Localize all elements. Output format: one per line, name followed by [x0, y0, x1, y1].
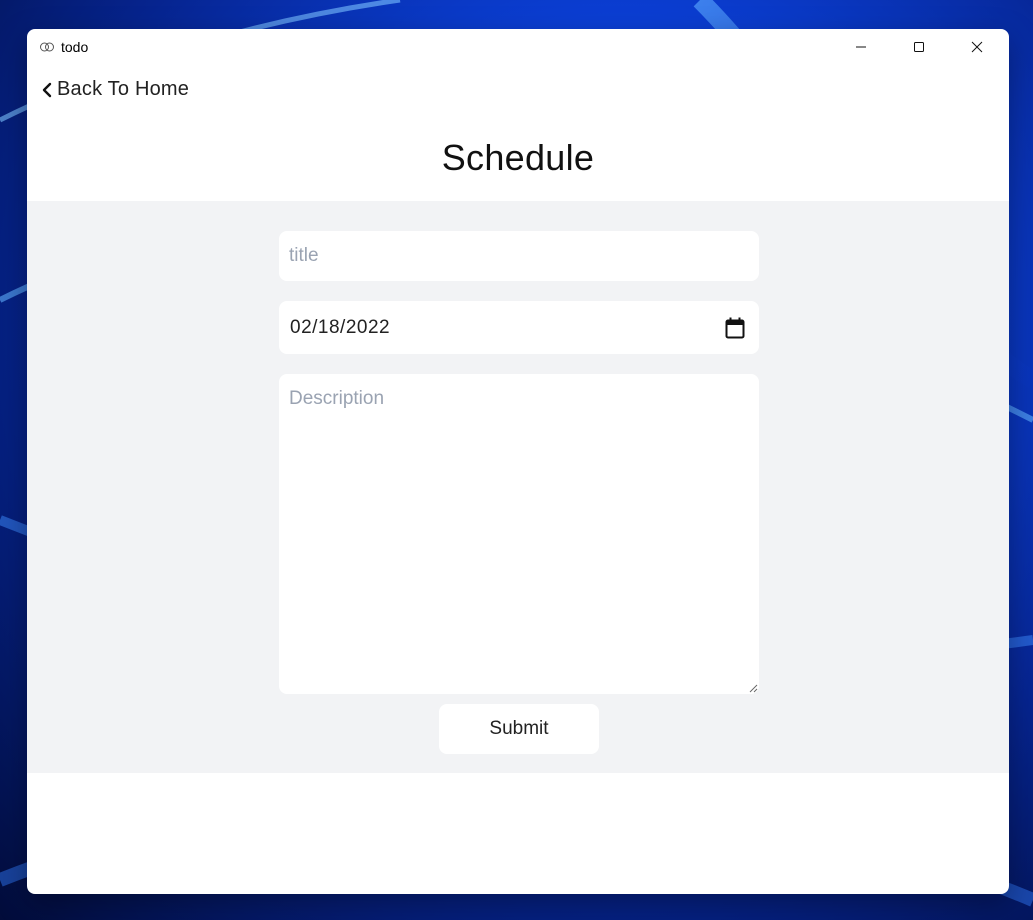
app-icon	[40, 42, 54, 52]
close-icon	[971, 41, 983, 53]
window-title: todo	[61, 39, 89, 55]
description-field	[279, 374, 759, 694]
calendar-icon[interactable]	[725, 317, 745, 339]
schedule-form: Submit	[27, 201, 1009, 773]
chevron-left-icon	[42, 82, 52, 97]
maximize-icon	[914, 42, 924, 52]
back-to-home-link[interactable]: Back To Home	[41, 78, 189, 101]
title-input[interactable]	[279, 231, 759, 281]
date-field	[279, 301, 759, 354]
page-title: Schedule	[441, 137, 595, 178]
app-window: todo Back To Home Schedule title 02/18/2…	[27, 29, 1009, 894]
maximize-button[interactable]	[890, 29, 948, 65]
resize-grip-icon[interactable]	[748, 683, 758, 693]
back-to-home-label: Back To Home	[57, 78, 190, 100]
date-input[interactable]	[279, 301, 759, 354]
minimize-icon	[856, 46, 866, 48]
submit-button[interactable]: Submit	[439, 704, 599, 754]
minimize-button[interactable]	[832, 29, 890, 65]
title-bar[interactable]: todo	[27, 29, 1009, 65]
title-field	[279, 231, 759, 281]
description-textarea[interactable]	[279, 374, 759, 694]
close-button[interactable]	[948, 29, 1006, 65]
